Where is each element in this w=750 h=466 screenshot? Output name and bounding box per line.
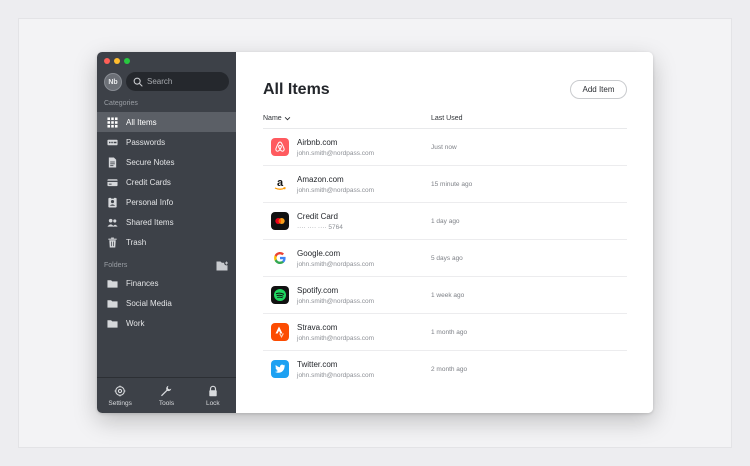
sidebar-item-shared-items[interactable]: Shared Items: [97, 212, 236, 232]
sidebar-item-label: Credit Cards: [126, 177, 171, 187]
note-icon: [106, 156, 118, 168]
sidebar-item-label: All Items: [126, 117, 157, 127]
sidebar-item-label: Secure Notes: [126, 157, 175, 167]
folder-icon: [106, 277, 118, 289]
lock-icon: [209, 385, 217, 396]
sidebar-item-social-media[interactable]: Social Media: [97, 293, 236, 313]
list-item[interactable]: Spotify.com john.smith@nordpass.com 1 we…: [263, 277, 627, 314]
airbnb-logo: [271, 138, 289, 156]
folder-icon: [106, 297, 118, 309]
sidebar-item-personal-info[interactable]: Personal Info: [97, 192, 236, 212]
item-last-used: Just now: [431, 144, 457, 151]
item-subtitle: john.smith@nordpass.com: [297, 261, 375, 268]
sidebar-item-finances[interactable]: Finances: [97, 273, 236, 293]
app-window: Nb Categories All Items Passwords Secure…: [97, 52, 653, 413]
grid-icon: [106, 116, 118, 128]
tools-button[interactable]: Tools: [143, 378, 189, 413]
item-subtitle: john.smith@nordpass.com: [297, 187, 375, 194]
sidebar-item-label: Work: [126, 318, 145, 328]
sidebar-item-label: Personal Info: [126, 197, 174, 207]
password-icon: [106, 136, 118, 148]
item-last-used: 2 month ago: [431, 366, 468, 373]
credit-card-icon: [106, 176, 118, 188]
search-icon: [133, 77, 143, 87]
page-title: All Items: [263, 81, 330, 98]
list-item[interactable]: a Amazon.com john.smith@nordpass.com 15 …: [263, 166, 627, 203]
item-subtitle: john.smith@nordpass.com: [297, 372, 375, 379]
item-last-used: 1 month ago: [431, 329, 468, 336]
item-title: Google.com: [297, 249, 341, 258]
list-item[interactable]: Google.com john.smith@nordpass.com 5 day…: [263, 240, 627, 277]
main-panel: All Items Add Item Name Last Used Airbnb…: [236, 52, 653, 413]
last-used-column-label: Last Used: [431, 115, 463, 122]
list-item[interactable]: Strava.com john.smith@nordpass.com 1 mon…: [263, 314, 627, 351]
sidebar-item-label: Finances: [126, 278, 159, 288]
twitter-logo: [271, 360, 289, 378]
item-last-used: 1 day ago: [431, 218, 460, 225]
minimize-window-button[interactable]: [114, 58, 120, 64]
item-title: Spotify.com: [297, 286, 339, 295]
search-input[interactable]: [147, 77, 227, 86]
folder-icon: [106, 317, 118, 329]
svg-text:a: a: [277, 177, 284, 189]
item-subtitle: john.smith@nordpass.com: [297, 150, 375, 157]
tools-label: Tools: [158, 399, 175, 407]
window-controls: [104, 58, 130, 64]
item-last-used: 15 minute ago: [431, 181, 473, 188]
settings-button[interactable]: Settings: [97, 378, 143, 413]
settings-label: Settings: [108, 399, 132, 407]
spotify-logo: [271, 286, 289, 304]
sidebar-item-work[interactable]: Work: [97, 313, 236, 333]
sidebar-item-label: Trash: [126, 237, 147, 247]
sidebar-item-credit-cards[interactable]: Credit Cards: [97, 172, 236, 192]
item-subtitle: john.smith@nordpass.com: [297, 298, 375, 305]
categories-label: Categories: [104, 100, 138, 107]
google-logo: [271, 249, 289, 267]
sidebar-item-label: Passwords: [126, 137, 166, 147]
item-last-used: 1 week ago: [431, 292, 465, 299]
trash-icon: [106, 236, 118, 248]
folders-label: Folders: [104, 262, 128, 269]
people-icon: [106, 216, 118, 228]
item-title: Strava.com: [297, 323, 338, 332]
list-item[interactable]: Airbnb.com john.smith@nordpass.com Just …: [263, 129, 627, 166]
item-title: Amazon.com: [297, 175, 344, 184]
sidebar-item-secure-notes[interactable]: Secure Notes: [97, 152, 236, 172]
close-window-button[interactable]: [104, 58, 110, 64]
sidebar-item-trash[interactable]: Trash: [97, 232, 236, 252]
sidebar-bottom-bar: Settings Tools Lock: [97, 377, 236, 413]
wrench-icon: [161, 385, 172, 396]
item-last-used: 5 days ago: [431, 255, 463, 262]
item-title: Twitter.com: [297, 360, 338, 369]
amazon-logo: a: [271, 175, 289, 193]
last-used-column-header[interactable]: Last Used: [431, 115, 463, 122]
sidebar: Nb Categories All Items Passwords Secure…: [97, 52, 236, 413]
item-title: Airbnb.com: [297, 138, 338, 147]
add-item-button[interactable]: Add Item: [570, 80, 627, 99]
lock-button[interactable]: Lock: [190, 378, 236, 413]
lock-label: Lock: [205, 399, 220, 407]
list-item[interactable]: Twitter.com john.smith@nordpass.com 2 mo…: [263, 351, 627, 388]
name-column-header[interactable]: Name: [263, 115, 291, 122]
search-bar[interactable]: [126, 72, 229, 91]
new-folder-icon[interactable]: [216, 260, 229, 271]
mastercard-logo: [271, 212, 289, 230]
chevron-down-icon: [284, 116, 290, 121]
sidebar-item-all-items[interactable]: All Items: [97, 112, 236, 132]
strava-logo: [271, 323, 289, 341]
sidebar-item-label: Shared Items: [126, 217, 174, 227]
item-title: Credit Card: [297, 212, 338, 221]
gear-icon: [114, 385, 126, 396]
list-item[interactable]: Credit Card ···· ···· ···· 5764 1 day ag…: [263, 203, 627, 240]
id-card-icon: [106, 196, 118, 208]
sidebar-item-label: Social Media: [126, 298, 172, 308]
avatar[interactable]: Nb: [104, 73, 122, 91]
item-subtitle: john.smith@nordpass.com: [297, 335, 375, 342]
sidebar-item-passwords[interactable]: Passwords: [97, 132, 236, 152]
name-column-label: Name: [263, 115, 282, 122]
item-subtitle: ···· ···· ···· 5764: [297, 224, 343, 231]
maximize-window-button[interactable]: [124, 58, 130, 64]
